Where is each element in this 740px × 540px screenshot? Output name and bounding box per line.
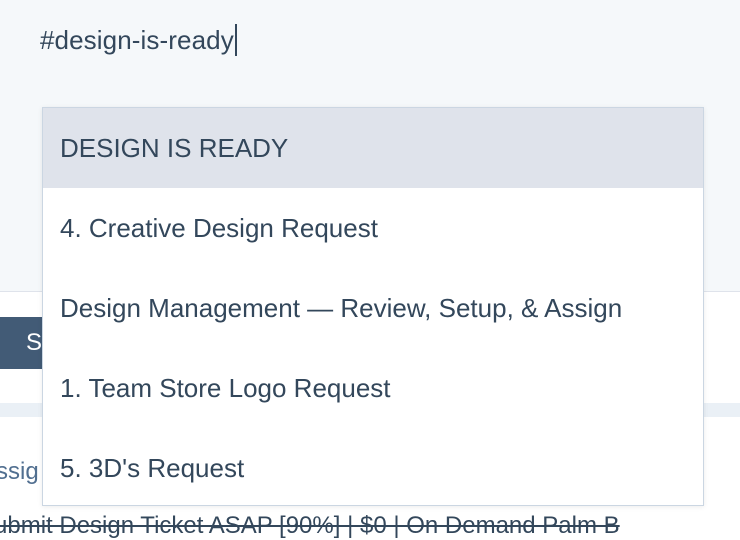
editor-input[interactable]: #design-is-ready [40,24,237,56]
dropdown-option-creative-design-request[interactable]: 4. Creative Design Request [43,188,703,268]
dropdown-option-team-store-logo-request[interactable]: 1. Team Store Logo Request [43,348,703,428]
editor-text: #design-is-ready [40,25,234,55]
text-caret [234,24,237,56]
suggestion-dropdown[interactable]: DESIGN IS READY 4. Creative Design Reque… [42,107,704,506]
dropdown-option-design-is-ready[interactable]: DESIGN IS READY [43,108,703,188]
dropdown-option-3d-request[interactable]: 5. 3D's Request [43,428,703,508]
dropdown-option-design-management[interactable]: Design Management — Review, Setup, & Ass… [43,268,703,348]
submit-button-label: S [26,329,43,356]
assign-label: ssig [0,458,39,485]
